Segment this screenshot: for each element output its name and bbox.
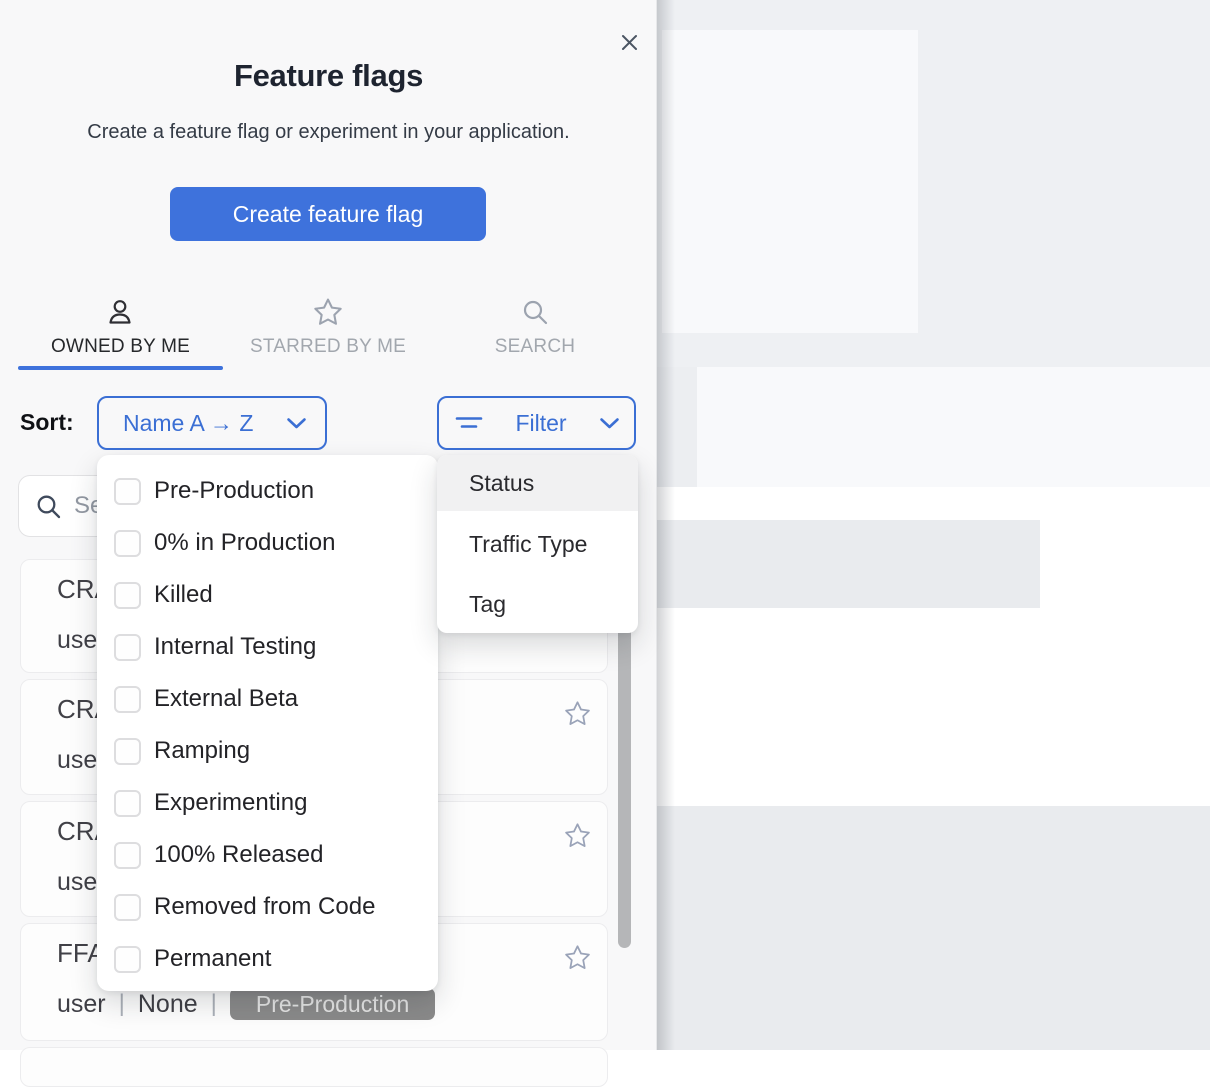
page-title: Feature flags	[0, 58, 657, 94]
checkbox-icon[interactable]	[114, 582, 141, 609]
tab-starred-by-me[interactable]: STARRED BY ME	[228, 336, 428, 362]
person-icon	[105, 297, 135, 327]
chevron-down-icon	[286, 417, 307, 430]
separator: |	[119, 990, 125, 1018]
status-option-0-in-production[interactable]: 0% in Production	[97, 517, 438, 569]
sort-dropdown[interactable]: Name A → Z	[97, 396, 327, 450]
search-icon	[35, 493, 62, 520]
status-option-pre-production[interactable]: Pre-Production	[97, 465, 438, 517]
status-option-ramping[interactable]: Ramping	[97, 725, 438, 777]
panel-drop-shadow	[657, 0, 675, 1050]
sort-value: Name A → Z	[123, 410, 253, 437]
status-options-dropdown: Pre-Production 0% in Production Killed I…	[97, 455, 438, 991]
background-toolbar-block	[657, 367, 1210, 487]
active-tab-underline	[18, 366, 223, 370]
checkbox-icon[interactable]	[114, 738, 141, 765]
star-icon[interactable]	[564, 822, 591, 849]
tab-owned-by-me[interactable]: OWNED BY ME	[18, 336, 223, 362]
status-option-removed-from-code[interactable]: Removed from Code	[97, 881, 438, 933]
chevron-down-icon	[599, 417, 620, 430]
star-icon	[313, 297, 343, 327]
filter-menu-item-traffic-type[interactable]: Traffic Type	[437, 516, 638, 572]
filter-menu-item-tag[interactable]: Tag	[437, 576, 638, 632]
search-icon	[520, 297, 550, 327]
status-option-external-beta[interactable]: External Beta	[97, 673, 438, 725]
page-subtitle: Create a feature flag or experiment in y…	[0, 121, 657, 144]
filter-lines-icon	[455, 413, 483, 433]
filter-menu: Status Traffic Type Tag	[437, 455, 638, 633]
background-content-bar	[657, 520, 1040, 608]
filter-label: Filter	[515, 410, 566, 437]
background-page	[657, 0, 1210, 1050]
status-option-100-released[interactable]: 100% Released	[97, 829, 438, 881]
checkbox-icon[interactable]	[114, 946, 141, 973]
checkbox-icon[interactable]	[114, 894, 141, 921]
background-footer-block	[657, 806, 1210, 1050]
filter-menu-item-status[interactable]: Status	[437, 455, 638, 511]
separator: |	[211, 990, 217, 1018]
close-button[interactable]	[612, 25, 646, 59]
checkbox-icon[interactable]	[114, 790, 141, 817]
star-icon[interactable]	[564, 944, 591, 971]
status-option-internal-testing[interactable]: Internal Testing	[97, 621, 438, 673]
checkbox-icon[interactable]	[114, 842, 141, 869]
feature-flags-panel: Feature flags Create a feature flag or e…	[0, 0, 657, 1050]
checkbox-icon[interactable]	[114, 530, 141, 557]
checkbox-icon[interactable]	[114, 634, 141, 661]
status-option-experimenting[interactable]: Experimenting	[97, 777, 438, 829]
status-option-killed[interactable]: Killed	[97, 569, 438, 621]
sort-label: Sort:	[20, 409, 74, 436]
filter-dropdown[interactable]: Filter	[437, 396, 636, 450]
create-feature-flag-button[interactable]: Create feature flag	[170, 187, 486, 241]
flag-card[interactable]	[20, 1047, 608, 1087]
checkbox-icon[interactable]	[114, 478, 141, 505]
status-option-permanent[interactable]: Permanent	[97, 933, 438, 985]
checkbox-icon[interactable]	[114, 686, 141, 713]
star-icon[interactable]	[564, 700, 591, 727]
status-badge: Pre-Production	[230, 988, 435, 1020]
tab-search[interactable]: SEARCH	[465, 336, 605, 362]
close-icon	[621, 34, 638, 51]
background-header-inner-block	[662, 30, 918, 333]
